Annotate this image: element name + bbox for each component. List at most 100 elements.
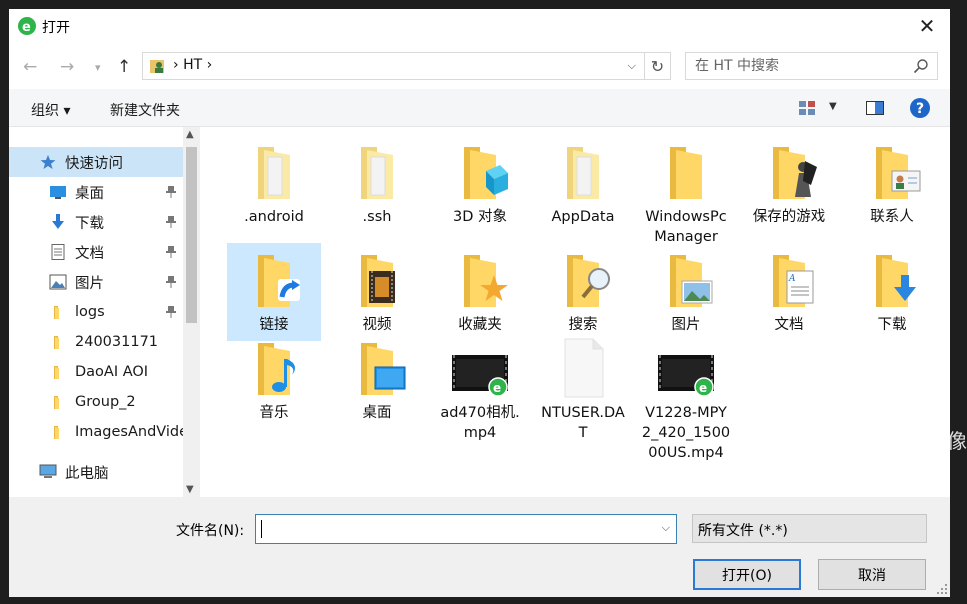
file-name: NTUSER.DAT — [541, 405, 625, 441]
sidebar-item-label: 下载 — [75, 215, 104, 232]
documents-folder-icon: A — [759, 249, 819, 311]
desktop-icon — [49, 184, 67, 200]
file-item[interactable]: 3D 对象 — [433, 135, 527, 233]
file-item[interactable]: 下载 — [845, 243, 939, 341]
sidebar-item-8[interactable]: DaoAI AOI — [9, 357, 183, 387]
forward-arrow-icon[interactable]: → — [60, 57, 74, 77]
pin-icon[interactable] — [165, 185, 177, 199]
sidebar-item-label: 此电脑 — [65, 465, 109, 482]
document-icon — [49, 244, 67, 260]
sidebar-scrollbar[interactable]: ▲ ▼ — [183, 127, 200, 497]
file-item[interactable]: AppData — [536, 135, 630, 233]
help-icon[interactable]: ? — [909, 97, 931, 119]
file-item[interactable]: 桌面 — [330, 331, 424, 429]
new-folder-button[interactable]: 新建文件夹 — [110, 100, 180, 120]
pin-icon[interactable] — [165, 305, 177, 319]
sidebar-item-5[interactable]: 图片 — [9, 267, 183, 297]
file-item[interactable]: 收藏夹 — [433, 243, 527, 341]
file-name: AppData — [551, 209, 615, 225]
close-button[interactable]: ✕ — [904, 9, 950, 43]
svg-text:e: e — [493, 381, 501, 395]
file-item[interactable]: e ad470相机.mp4 — [433, 331, 527, 449]
preview-pane-icon[interactable] — [866, 101, 884, 115]
title-bar: e 打开 ✕ — [9, 9, 950, 43]
file-item[interactable]: 视频 — [330, 243, 424, 341]
file-type-dropdown-icon[interactable]: ⌵ — [698, 520, 918, 536]
text-caret — [261, 520, 262, 538]
resize-grip-icon[interactable] — [936, 583, 948, 595]
cancel-button[interactable]: 取消 — [818, 559, 926, 590]
svg-text:A: A — [788, 274, 796, 284]
file-item[interactable]: .ssh — [330, 135, 424, 233]
back-arrow-icon[interactable]: ← — [23, 57, 37, 77]
star-icon — [39, 154, 57, 170]
folder-icon — [49, 394, 67, 410]
file-item[interactable]: 链接 — [227, 243, 321, 341]
sidebar-item-11[interactable]: 此电脑 — [9, 457, 183, 487]
sidebar-item-2[interactable]: 桌面 — [9, 177, 183, 207]
file-item[interactable]: 音乐 — [227, 331, 321, 429]
sidebar-item-3[interactable]: 下载 — [9, 207, 183, 237]
search-input[interactable] — [686, 53, 906, 79]
file-item[interactable]: .android — [227, 135, 321, 233]
search-icon[interactable] — [913, 58, 929, 74]
pin-icon[interactable] — [165, 275, 177, 289]
contacts-folder-icon — [862, 141, 922, 203]
file-item[interactable]: 图片 — [639, 243, 733, 341]
sidebar-item-label: 快速访问 — [65, 155, 123, 172]
address-dropdown-icon[interactable]: ⌵ — [628, 59, 636, 73]
scroll-down-icon[interactable]: ▼ — [186, 484, 194, 495]
sidebar-item-4[interactable]: 文档 — [9, 237, 183, 267]
sidebar-item-1[interactable]: 快速访问 — [9, 147, 183, 177]
window-title: 打开 — [42, 20, 70, 36]
file-item[interactable]: WindowsPcManager — [639, 135, 733, 253]
svg-text:e: e — [22, 20, 31, 35]
recent-chevron-icon[interactable]: ▾ — [95, 61, 101, 74]
breadcrumb[interactable]: › HT › — [173, 57, 212, 73]
scrollbar-thumb[interactable] — [186, 147, 197, 323]
download-icon — [49, 214, 67, 230]
file-name: 音乐 — [259, 405, 289, 421]
organize-button[interactable]: 组织 ▾ — [31, 100, 70, 120]
sidebar-item-6[interactable]: logs — [9, 297, 183, 327]
address-bar[interactable]: › HT › ⌵ ↻ — [142, 52, 671, 80]
open-button[interactable]: 打开(O) — [693, 559, 801, 590]
sidebar-item-10[interactable]: ImagesAndVide — [9, 417, 188, 447]
sidebar-item-label: Group_2 — [75, 394, 136, 410]
search-box[interactable] — [685, 52, 938, 80]
file-item[interactable]: 保存的游戏 — [742, 135, 836, 233]
background-text-fragment: 图像 — [950, 429, 967, 453]
music-folder-icon — [244, 337, 304, 399]
view-dropdown-icon[interactable]: ▼ — [829, 101, 837, 112]
sidebar-item-7[interactable]: 240031171 — [9, 327, 183, 357]
browser-app-icon: e — [18, 17, 36, 35]
file-name: 3D 对象 — [453, 209, 507, 225]
searches-folder-icon — [553, 249, 613, 311]
file-name: V1228-MPY2_420_150000US.mp4 — [641, 405, 731, 461]
file-type-select[interactable]: 所有文件 (*.*) ⌵ — [692, 514, 927, 543]
filename-dropdown-icon[interactable]: ⌵ — [662, 521, 670, 535]
dialog-footer: 文件名(N): ⌵ 所有文件 (*.*) ⌵ 打开(O) 取消 — [9, 497, 950, 597]
sidebar-item-9[interactable]: Group_2 — [9, 387, 183, 417]
refresh-icon[interactable]: ↻ — [644, 53, 670, 79]
video-file-icon: e — [656, 337, 716, 399]
scroll-up-icon[interactable]: ▲ — [186, 129, 194, 140]
plain-folder-icon — [553, 141, 613, 203]
command-bar: 组织 ▾ 新建文件夹 ▼ ? — [9, 89, 950, 127]
file-name: 文档 — [774, 317, 804, 333]
3d-objects-folder-icon — [450, 141, 510, 203]
filename-input[interactable]: ⌵ — [255, 514, 677, 544]
view-options-icon[interactable] — [798, 100, 816, 116]
file-item[interactable]: A 文档 — [742, 243, 836, 341]
file-name: WindowsPcManager — [645, 209, 727, 245]
folder-icon — [49, 304, 67, 320]
file-item[interactable]: e V1228-MPY2_420_150000US.mp4 — [639, 331, 733, 469]
file-item[interactable]: 搜索 — [536, 243, 630, 341]
pin-icon[interactable] — [165, 245, 177, 259]
breadcrumb-ht[interactable]: HT — [183, 57, 202, 73]
pin-icon[interactable] — [165, 215, 177, 229]
file-item[interactable]: 联系人 — [845, 135, 939, 233]
file-item[interactable]: NTUSER.DAT — [536, 331, 630, 449]
up-arrow-icon[interactable]: ↑ — [117, 57, 131, 77]
navigation-pane: 快速访问桌面下载文档 图片 logs 240031171 DaoAI AOI Group_… — [9, 127, 204, 497]
